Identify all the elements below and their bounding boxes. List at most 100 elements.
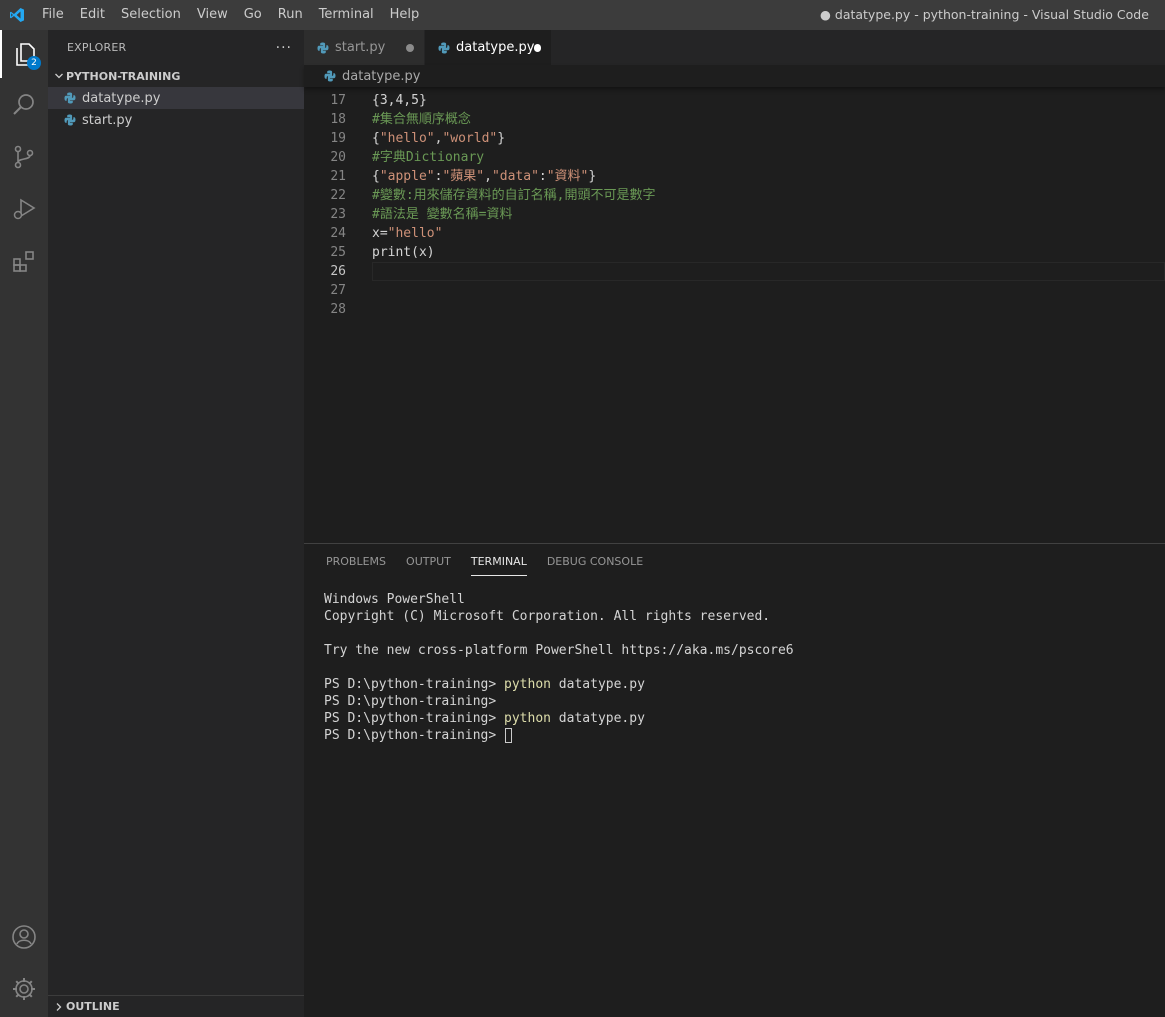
activity-search-button[interactable] — [0, 81, 48, 129]
folder-name: PYTHON-TRAINING — [66, 69, 181, 83]
line-number: 25 — [330, 245, 346, 260]
panel-tab-output[interactable]: OUTPUT — [396, 544, 461, 579]
activity-account-button[interactable] — [0, 913, 48, 961]
panel-tab-debug-console[interactable]: DEBUG CONSOLE — [537, 544, 653, 579]
menu-go[interactable]: Go — [236, 0, 270, 30]
tab-label: start.py — [335, 40, 386, 55]
window-title: ● datatype.py - python-training - Visual… — [820, 7, 1149, 22]
code-token: #字典Dictionary — [372, 150, 485, 165]
terminal-text: datatype.py — [550, 677, 645, 692]
menu-run[interactable]: Run — [270, 0, 311, 30]
panel-tab-label: DEBUG CONSOLE — [546, 555, 644, 568]
menu-view[interactable]: View — [189, 0, 236, 30]
activity-extensions-button[interactable] — [0, 237, 48, 285]
terminal-line: PS D:\python-training> python datatype.p… — [324, 710, 794, 727]
terminal-text: PS D:\python-training> — [324, 728, 505, 743]
code-token: print — [372, 245, 412, 260]
panel-tab-problems[interactable]: PROBLEMS — [316, 544, 396, 579]
more-actions-button[interactable]: ··· — [276, 40, 292, 56]
line-code: x="hello" — [372, 224, 442, 243]
account-icon — [12, 925, 36, 949]
code-line[interactable]: 21 {"apple":"蘋果","data":"資料"} — [304, 167, 1165, 186]
code-line[interactable]: 27 — [304, 281, 1165, 300]
python-file-icon — [438, 42, 450, 54]
code-line[interactable]: 23 #語法是 變數名稱=資料 — [304, 205, 1165, 224]
line-code: #集合無順序概念 — [372, 110, 471, 129]
line-number: 26 — [330, 264, 346, 279]
activity-explorer-button[interactable]: 2 — [0, 30, 48, 78]
code-token: #語法是 變數名稱=資料 — [372, 207, 513, 222]
bottom-panel: PROBLEMS OUTPUT TERMINAL DEBUG CONSOLE Wind… — [304, 543, 1165, 1017]
panel-tab-label: TERMINAL — [470, 549, 527, 576]
activity-source-control-button[interactable] — [0, 133, 48, 181]
folder-header-python-training[interactable]: PYTHON-TRAINING — [48, 65, 304, 87]
search-icon — [13, 94, 34, 115]
terminal-line: PS D:\python-training> python datatype.p… — [324, 676, 794, 693]
tab-start-py[interactable]: start.py — [304, 30, 425, 65]
code-line[interactable]: 22 #變數:用來儲存資料的自訂名稱,開頭不可是數字 — [304, 186, 1165, 205]
line-number: 21 — [330, 169, 346, 184]
code-line[interactable]: 26 — [304, 262, 1165, 281]
menu-help[interactable]: Help — [382, 0, 428, 30]
tab-datatype-py[interactable]: datatype.py — [425, 30, 551, 65]
terminal-output[interactable]: Windows PowerShell Copyright (C) Microsof… — [324, 591, 794, 744]
code-line[interactable]: 20 #字典Dictionary — [304, 148, 1165, 167]
code-token: "world" — [442, 131, 498, 146]
terminal-text: PS D:\python-training> — [324, 711, 505, 726]
code-token: "apple" — [379, 169, 435, 184]
line-number: 28 — [330, 302, 346, 317]
terminal-command: python — [504, 711, 551, 726]
extensions-icon — [13, 251, 34, 272]
line-number: 20 — [330, 150, 346, 165]
outline-label: OUTLINE — [66, 1000, 120, 1013]
outline-section-header[interactable]: OUTLINE — [48, 995, 304, 1017]
activity-bar: 2 — [0, 30, 48, 1017]
activity-run-debug-button[interactable] — [0, 185, 48, 233]
file-item-datatype-py[interactable]: datatype.py — [48, 87, 304, 109]
line-number: 23 — [330, 207, 346, 222]
line-code: {3,4,5} — [372, 91, 427, 110]
code-line[interactable]: 24 x="hello" — [304, 224, 1165, 243]
terminal-line: Try the new cross-platform PowerShell ht… — [324, 642, 794, 659]
code-token: "data" — [491, 169, 539, 184]
code-line[interactable]: 28 — [304, 300, 1165, 319]
unsaved-dot-icon[interactable] — [406, 43, 414, 52]
code-editor[interactable]: 17 {3,4,5} 18 #集合無順序概念 19 {"hello","world"} 20… — [304, 91, 1165, 543]
code-token: "資料" — [546, 169, 589, 184]
unsaved-dot-icon[interactable] — [534, 43, 541, 52]
chevron-down-icon — [52, 69, 66, 83]
panel-tab-label: OUTPUT — [406, 555, 451, 568]
current-line-highlight — [372, 262, 1165, 281]
activity-settings-button[interactable] — [0, 965, 48, 1013]
line-number: 27 — [330, 283, 346, 298]
terminal-text: datatype.py — [550, 711, 645, 726]
python-file-icon — [324, 70, 336, 82]
line-number: 24 — [330, 226, 346, 241]
code-line[interactable]: 25 print(x) — [304, 243, 1165, 262]
line-number: 19 — [330, 131, 346, 146]
sidebar-header: EXPLORER ··· — [48, 30, 304, 65]
tab-label: datatype.py — [456, 40, 535, 55]
code-line[interactable]: 18 #集合無順序概念 — [304, 110, 1165, 129]
panel-tab-terminal[interactable]: TERMINAL — [461, 544, 537, 579]
code-line[interactable]: 19 {"hello","world"} — [304, 129, 1165, 148]
terminal-text: PS D:\python-training> — [324, 677, 505, 692]
menu-selection[interactable]: Selection — [113, 0, 189, 30]
python-file-icon — [64, 114, 76, 126]
code-line[interactable]: 17 {3,4,5} — [304, 91, 1165, 110]
code-token: #變數:用來儲存資料的自訂名稱,開頭不可是數字 — [372, 188, 656, 203]
sidebar-title: EXPLORER — [67, 41, 127, 54]
menu-terminal[interactable]: Terminal — [311, 0, 382, 30]
file-item-start-py[interactable]: start.py — [48, 109, 304, 131]
breadcrumb[interactable]: datatype.py — [304, 65, 1165, 87]
settings-gear-icon — [13, 978, 35, 1000]
menu-edit[interactable]: Edit — [72, 0, 113, 30]
breadcrumb-file[interactable]: datatype.py — [342, 69, 420, 84]
terminal-command: python — [504, 677, 551, 692]
python-file-icon — [64, 92, 76, 104]
file-name: datatype.py — [82, 90, 161, 106]
line-code: #變數:用來儲存資料的自訂名稱,開頭不可是數字 — [372, 186, 655, 205]
menu-file[interactable]: File — [34, 0, 72, 30]
